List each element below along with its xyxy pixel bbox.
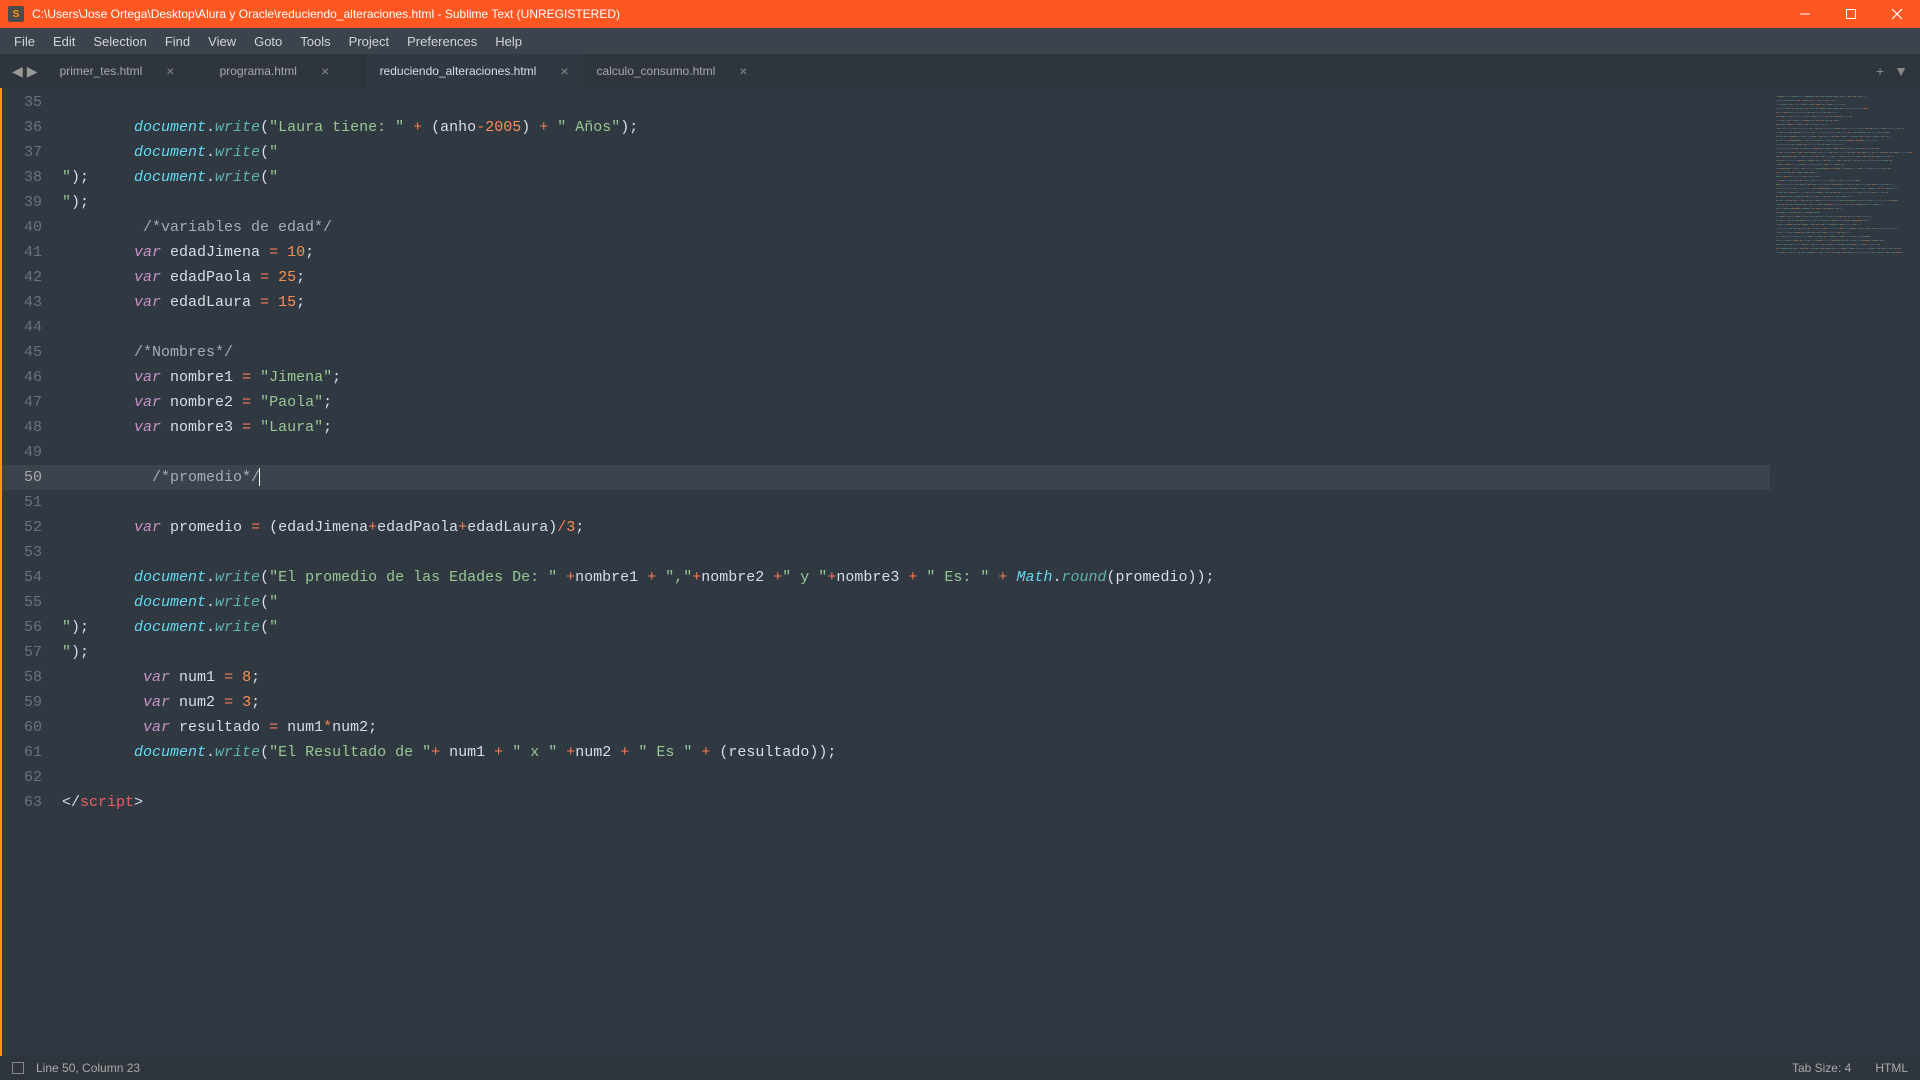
tab-reduciendo-alteraciones[interactable]: reduciendo_alteraciones.html × xyxy=(366,54,583,88)
status-syntax[interactable]: HTML xyxy=(1875,1061,1908,1075)
tab-label: programa.html xyxy=(220,64,297,78)
nav-back-icon[interactable]: ◀ xyxy=(12,63,23,80)
minimize-button[interactable] xyxy=(1782,0,1828,28)
menu-tools[interactable]: Tools xyxy=(292,31,338,52)
minimap[interactable]: ▬▬▬▬▬▬▬▬▬▬▬▬▬▬▬▬▬▬▬▬▬▬▬▬▬▬▬▬▬▬▬▬▬▬▬▬▬▬▬▬… xyxy=(1770,88,1920,1056)
menu-bar: File Edit Selection Find View Goto Tools… xyxy=(0,28,1920,54)
menu-project[interactable]: Project xyxy=(341,31,397,52)
tab-dropdown-icon[interactable]: ▼ xyxy=(1894,63,1908,79)
close-icon[interactable]: × xyxy=(166,63,174,79)
code-editor[interactable]: document.write("Laura tiene: " + (anho-2… xyxy=(58,88,1770,1056)
window-titlebar: S C:\Users\Jose Ortega\Desktop\Alura y O… xyxy=(0,0,1920,28)
nav-forward-icon[interactable]: ▶ xyxy=(27,63,38,80)
new-tab-button[interactable]: + xyxy=(1876,63,1884,79)
tab-label: reduciendo_alteraciones.html xyxy=(380,64,537,78)
menu-file[interactable]: File xyxy=(6,31,43,52)
status-tab-size[interactable]: Tab Size: 4 xyxy=(1792,1061,1851,1075)
panel-switcher-icon[interactable] xyxy=(12,1062,24,1074)
close-button[interactable] xyxy=(1874,0,1920,28)
line-number-gutter[interactable]: 3536373839404142434445464748495051525354… xyxy=(2,88,58,1056)
close-icon[interactable]: × xyxy=(739,63,747,79)
tab-calculo-consumo[interactable]: calculo_consumo.html × xyxy=(583,54,762,88)
tab-primer-tes[interactable]: primer_tes.html × xyxy=(46,54,206,88)
menu-find[interactable]: Find xyxy=(157,31,198,52)
status-bar: Line 50, Column 23 Tab Size: 4 HTML xyxy=(0,1056,1920,1080)
close-icon[interactable]: × xyxy=(560,63,568,79)
menu-help[interactable]: Help xyxy=(487,31,530,52)
tab-label: calculo_consumo.html xyxy=(597,64,716,78)
tab-label: primer_tes.html xyxy=(60,64,143,78)
menu-edit[interactable]: Edit xyxy=(45,31,83,52)
maximize-button[interactable] xyxy=(1828,0,1874,28)
menu-preferences[interactable]: Preferences xyxy=(399,31,485,52)
menu-goto[interactable]: Goto xyxy=(246,31,290,52)
tab-programa[interactable]: programa.html × xyxy=(206,54,366,88)
tab-bar: ◀ ▶ primer_tes.html × programa.html × re… xyxy=(0,54,1920,88)
close-icon[interactable]: × xyxy=(321,63,329,79)
window-title: C:\Users\Jose Ortega\Desktop\Alura y Ora… xyxy=(32,7,620,21)
menu-selection[interactable]: Selection xyxy=(85,31,154,52)
menu-view[interactable]: View xyxy=(200,31,244,52)
app-icon: S xyxy=(8,6,24,22)
editor-main: 3536373839404142434445464748495051525354… xyxy=(0,88,1920,1056)
status-cursor-position[interactable]: Line 50, Column 23 xyxy=(36,1061,140,1075)
